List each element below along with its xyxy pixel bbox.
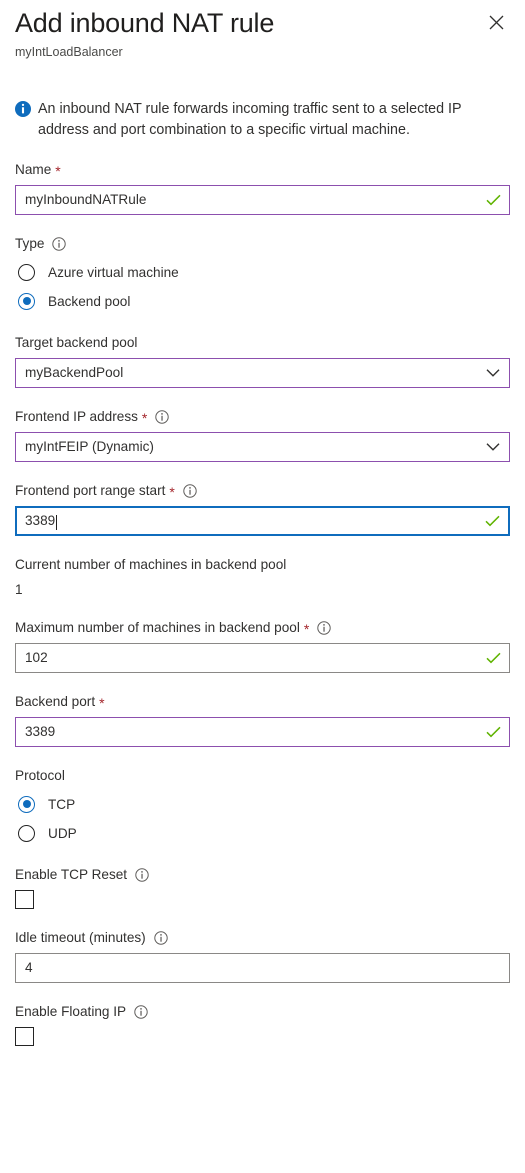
radio-backend-pool[interactable]: Backend pool [15, 288, 510, 314]
target-backend-pool-select[interactable]: myBackendPool [15, 358, 510, 388]
field-name: Name * myInboundNATRule [15, 160, 510, 215]
chevron-down-icon [486, 369, 500, 378]
add-inbound-nat-rule-panel: Add inbound NAT rule myIntLoadBalancer A… [0, 0, 525, 1173]
page-subtitle: myIntLoadBalancer [15, 45, 123, 59]
label-frontend-ip-address-text: Frontend IP address [15, 409, 138, 424]
label-backend-port: Backend port * [15, 692, 510, 711]
radio-indicator-selected [18, 795, 35, 813]
label-enable-floating-ip-text: Enable Floating IP [15, 1004, 127, 1019]
frontend-ip-address-select[interactable]: myIntFEIP (Dynamic) [15, 432, 510, 462]
required-asterisk: * [169, 483, 175, 500]
maximum-machines-value: 102 [25, 650, 48, 665]
radio-indicator [18, 824, 35, 842]
field-enable-floating-ip: Enable Floating IP [15, 1002, 510, 1046]
label-name-text: Name [15, 162, 52, 177]
name-input[interactable]: myInboundNATRule [15, 185, 510, 215]
label-idle-timeout: Idle timeout (minutes) [15, 928, 510, 947]
label-enable-tcp-reset-text: Enable TCP Reset [15, 867, 128, 882]
field-backend-port: Backend port * 3389 [15, 692, 510, 747]
checkmark-icon [486, 726, 501, 738]
info-outline-icon[interactable] [317, 620, 332, 635]
idle-timeout-input[interactable]: 4 [15, 953, 510, 983]
panel-header: Add inbound NAT rule myIntLoadBalancer [15, 0, 510, 61]
radio-label: Azure virtual machine [48, 264, 179, 280]
frontend-ip-address-value: myIntFEIP (Dynamic) [25, 439, 154, 454]
current-machines-value: 1 [15, 582, 23, 597]
label-target-backend-pool: Target backend pool [15, 333, 510, 352]
protocol-radio-group: TCP UDP [15, 791, 510, 846]
checkmark-icon [486, 652, 501, 664]
label-idle-timeout-text: Idle timeout (minutes) [15, 930, 146, 945]
field-protocol: Protocol TCP UDP [15, 766, 510, 846]
info-outline-icon[interactable] [52, 236, 67, 251]
backend-port-value: 3389 [25, 724, 56, 739]
label-enable-tcp-reset: Enable TCP Reset [15, 865, 510, 884]
info-banner: An inbound NAT rule forwards incoming tr… [15, 99, 510, 141]
required-asterisk: * [55, 162, 61, 179]
required-asterisk: * [303, 620, 310, 637]
name-input-value: myInboundNATRule [25, 192, 147, 207]
field-target-backend-pool: Target backend pool myBackendPool [15, 333, 510, 388]
info-outline-icon[interactable] [155, 409, 170, 424]
enable-tcp-reset-checkbox[interactable] [15, 890, 34, 909]
info-outline-icon[interactable] [154, 930, 168, 945]
radio-label: Backend pool [48, 293, 131, 309]
label-name: Name * [15, 160, 510, 179]
label-frontend-port-range-start: Frontend port range start * [15, 481, 510, 500]
label-target-backend-pool-text: Target backend pool [15, 335, 138, 350]
label-type-text: Type [15, 236, 45, 251]
enable-floating-ip-checkbox[interactable] [15, 1027, 34, 1046]
info-banner-text: An inbound NAT rule forwards incoming tr… [38, 101, 462, 138]
field-enable-tcp-reset: Enable TCP Reset [15, 865, 510, 909]
label-maximum-machines-text: Maximum number of machines in backend po… [15, 620, 300, 635]
required-asterisk: * [141, 409, 148, 426]
info-outline-icon[interactable] [134, 1004, 148, 1019]
label-maximum-machines: Maximum number of machines in backend po… [15, 618, 510, 637]
field-idle-timeout: Idle timeout (minutes) 4 [15, 928, 510, 983]
required-asterisk: * [99, 694, 105, 711]
radio-indicator [18, 263, 35, 281]
label-backend-port-text: Backend port [15, 694, 96, 709]
info-filled-icon [15, 101, 31, 122]
label-current-machines: Current number of machines in backend po… [15, 557, 287, 572]
frontend-port-range-start-input[interactable]: 3389 [15, 506, 510, 536]
checkmark-icon [486, 194, 501, 206]
radio-udp[interactable]: UDP [15, 820, 510, 846]
label-protocol-text: Protocol [15, 768, 65, 783]
maximum-machines-input[interactable]: 102 [15, 643, 510, 673]
field-frontend-port-range-start: Frontend port range start * 3389 [15, 481, 510, 536]
close-glyph [489, 15, 503, 29]
info-outline-icon[interactable] [183, 483, 197, 498]
close-icon[interactable] [482, 8, 510, 36]
label-type: Type [15, 234, 510, 253]
radio-label: TCP [48, 796, 76, 812]
checkmark-icon [485, 515, 500, 527]
label-protocol: Protocol [15, 766, 510, 785]
info-outline-icon[interactable] [135, 867, 149, 882]
field-type: Type Azure virtual machine Backend pool [15, 234, 510, 314]
target-backend-pool-value: myBackendPool [25, 365, 124, 380]
label-frontend-port-range-start-text: Frontend port range start [15, 483, 166, 498]
field-frontend-ip-address: Frontend IP address * myIntFEIP (Dynamic… [15, 407, 510, 462]
label-frontend-ip-address: Frontend IP address * [15, 407, 510, 426]
text-cursor [56, 514, 58, 530]
idle-timeout-value: 4 [25, 960, 33, 975]
radio-tcp[interactable]: TCP [15, 791, 510, 817]
radio-azure-virtual-machine[interactable]: Azure virtual machine [15, 259, 510, 285]
page-title: Add inbound NAT rule [15, 8, 275, 38]
label-enable-floating-ip: Enable Floating IP [15, 1002, 510, 1021]
field-maximum-machines: Maximum number of machines in backend po… [15, 618, 510, 673]
backend-port-input[interactable]: 3389 [15, 717, 510, 747]
frontend-port-range-start-value: 3389 [25, 513, 56, 528]
field-current-machines: Current number of machines in backend po… [15, 555, 510, 599]
type-radio-group: Azure virtual machine Backend pool [15, 259, 510, 314]
radio-label: UDP [48, 825, 77, 841]
radio-indicator-selected [18, 292, 35, 310]
chevron-down-icon [486, 443, 500, 452]
